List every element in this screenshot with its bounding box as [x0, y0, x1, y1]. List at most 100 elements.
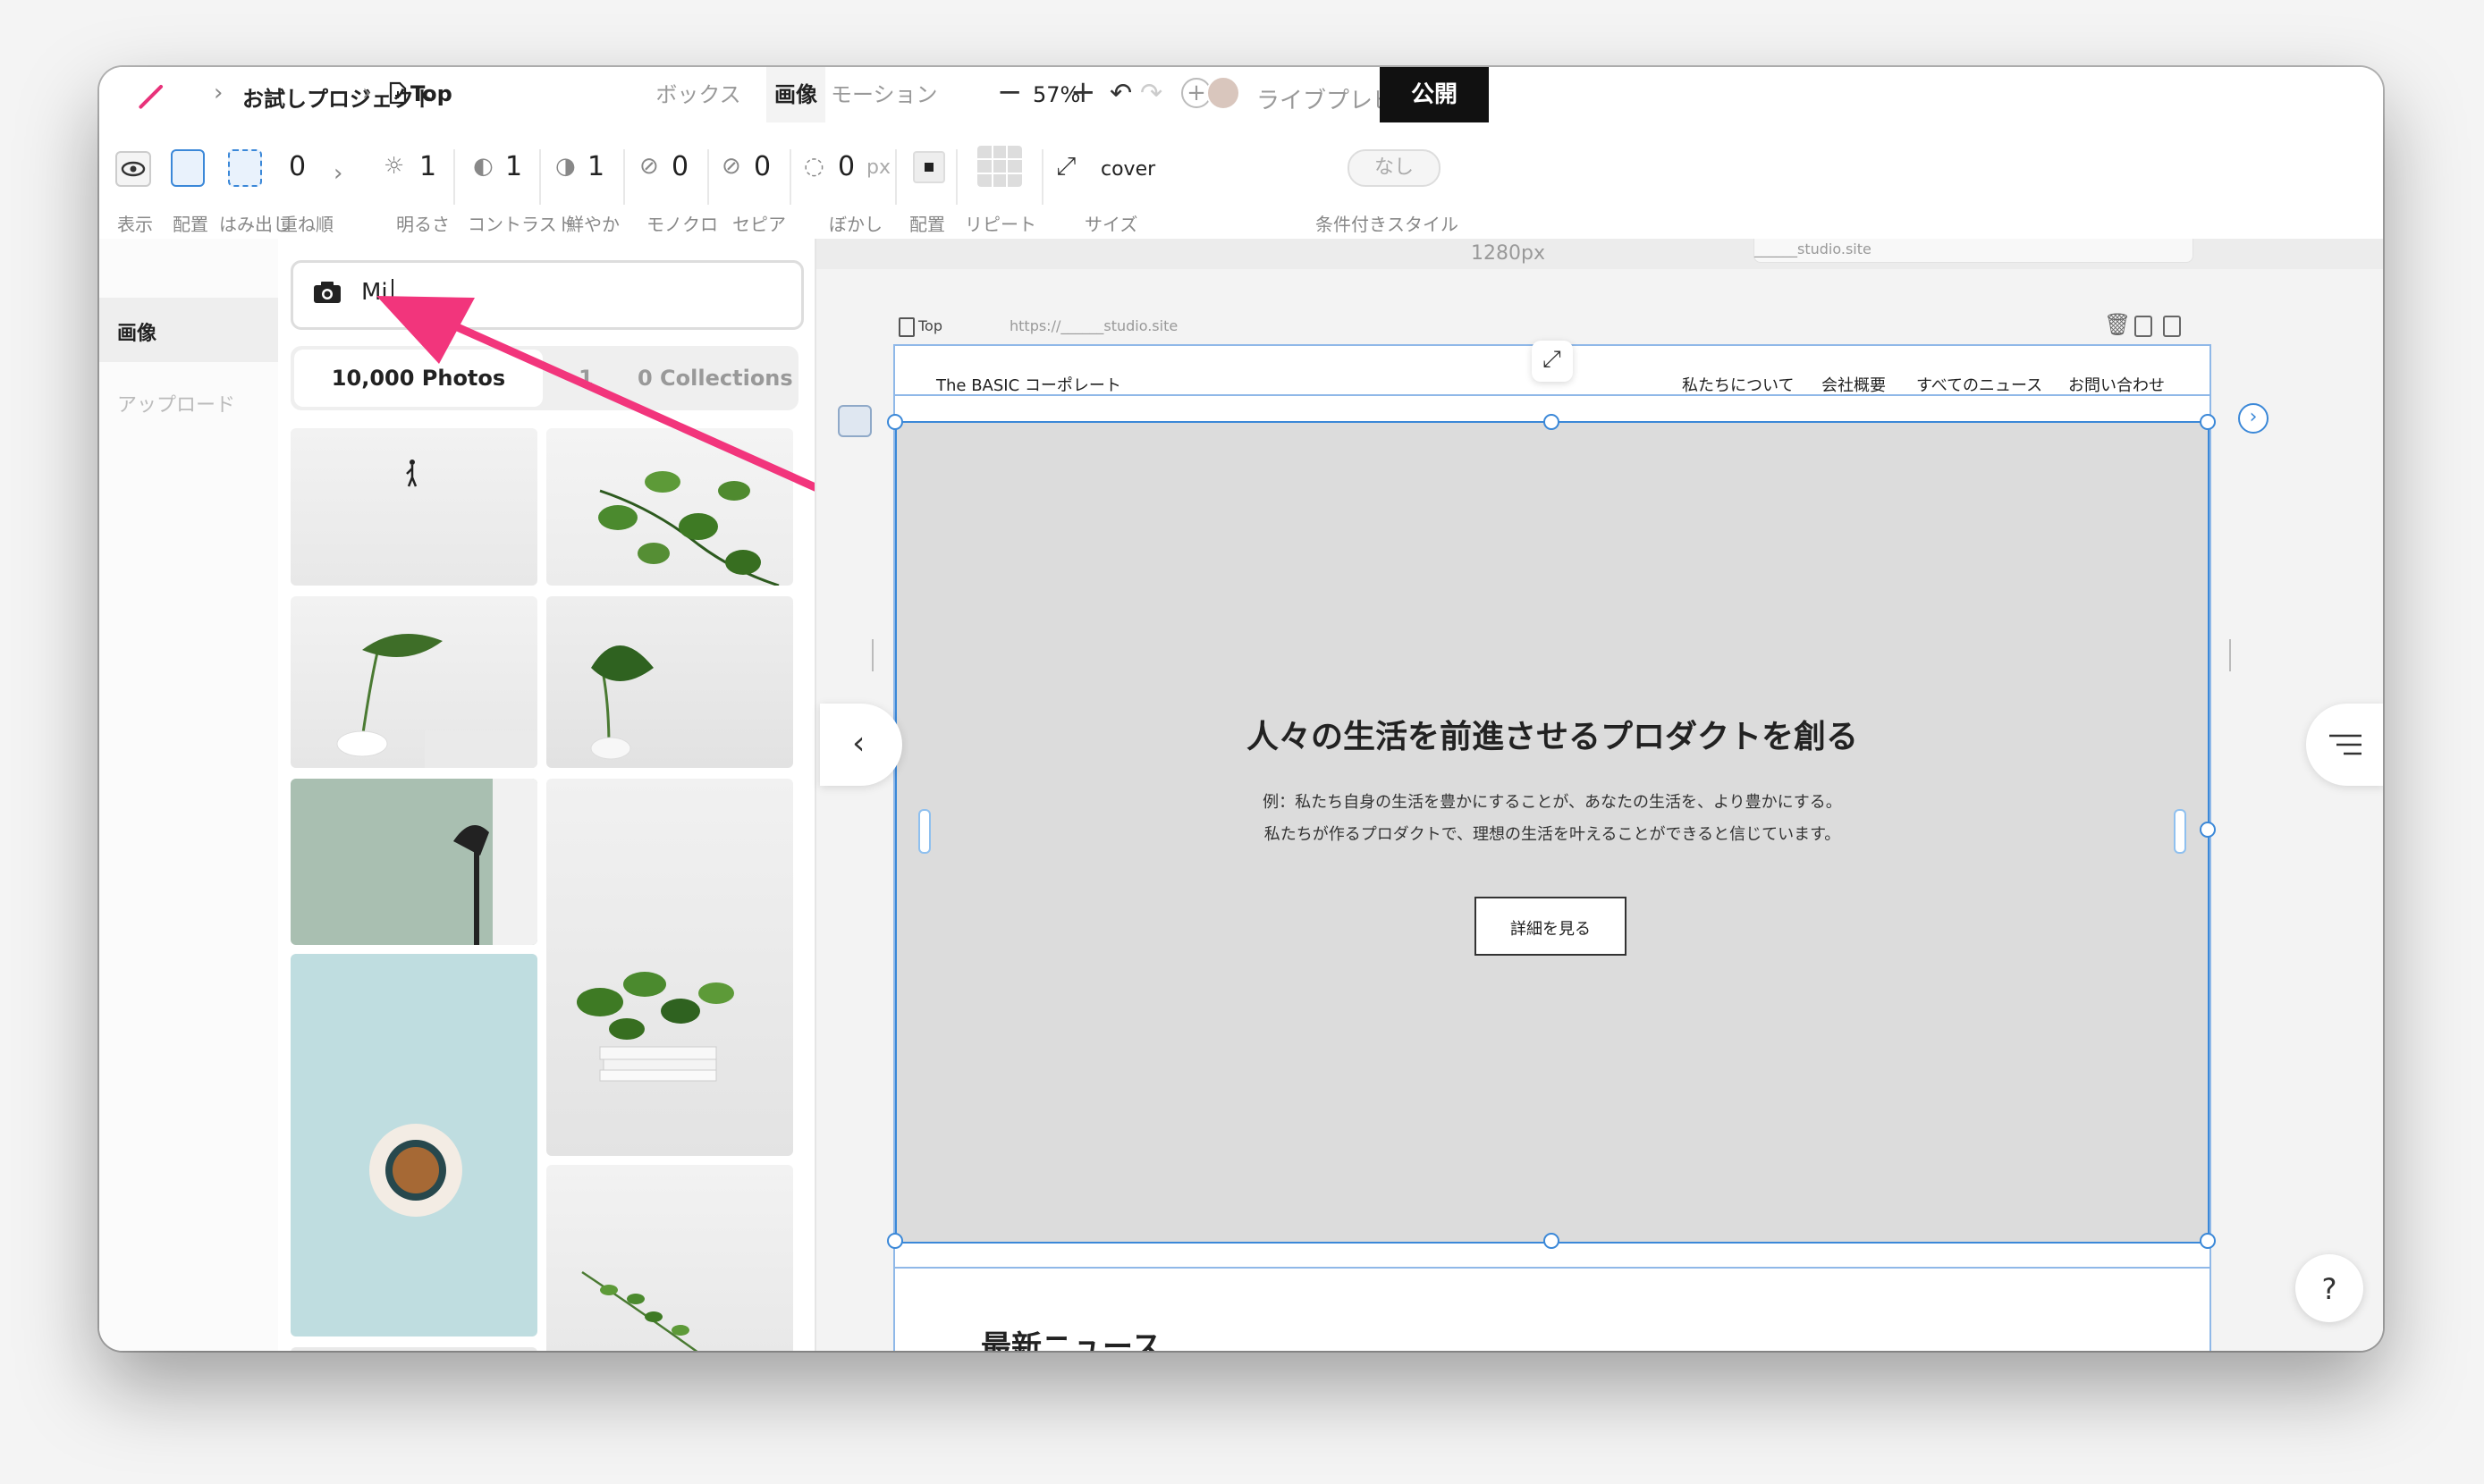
eye-icon[interactable] — [115, 151, 151, 187]
sepia-icon: ⊘ — [722, 153, 741, 180]
resize-handle[interactable] — [887, 414, 903, 430]
chevron-right-icon: › — [362, 80, 372, 106]
hero-section[interactable]: 人々の生活を前進させるプロダクトを創る 例：私たち自身の生活を豊かにすることが、… — [895, 421, 2209, 1244]
layer-toggle-icon[interactable] — [838, 405, 872, 437]
canvas-url: https://______studio.site — [1010, 317, 1179, 334]
outline-panel-button[interactable] — [2306, 704, 2383, 786]
site-nav-about[interactable]: 私たちについて — [1682, 373, 1794, 396]
breakpoint-width: 1280px — [1471, 242, 1545, 265]
collapse-panel-button[interactable]: ‹ — [820, 704, 902, 786]
drag-handle[interactable] — [872, 639, 874, 671]
help-button[interactable]: ? — [2295, 1254, 2363, 1322]
add-page-icon[interactable] — [2163, 316, 2181, 337]
tab-box[interactable]: ボックス — [645, 67, 752, 122]
resize-handle-left[interactable] — [918, 809, 931, 854]
blur-value[interactable]: 0 — [838, 151, 855, 182]
size-label: サイズ — [1085, 214, 1138, 235]
hero-text-line2[interactable]: 私たちが作るプロダクトで、理想の生活を叶えることができると信じています。 — [897, 822, 2208, 845]
zindex-value[interactable]: 0 — [289, 151, 306, 182]
publish-button[interactable]: 公開 — [1380, 67, 1489, 122]
studio-logo-icon[interactable] — [138, 84, 164, 110]
tab-motion[interactable]: モーション — [831, 67, 938, 122]
undo-icon[interactable]: ↶ — [1110, 78, 1132, 109]
site-nav-company[interactable]: 会社概要 — [1821, 373, 1886, 396]
photo-thumbnail[interactable] — [546, 779, 793, 1156]
size-value[interactable]: cover — [1101, 158, 1155, 181]
photo-thumbnail[interactable] — [291, 954, 537, 1336]
divider — [707, 149, 709, 205]
resize-handle[interactable] — [887, 1233, 903, 1249]
photo-thumbnail[interactable] — [546, 1165, 793, 1351]
resize-handle-right[interactable] — [2174, 809, 2186, 854]
page-icon — [389, 81, 407, 105]
site-frame: The BASIC コーポレート 私たちについて 会社概要 すべてのニュース お… — [887, 341, 2216, 1351]
redo-icon[interactable]: ↷ — [1140, 78, 1162, 109]
photo-thumbnail[interactable] — [291, 1347, 537, 1351]
resize-handle[interactable] — [2200, 414, 2216, 430]
expand-icon: ⤢ — [1056, 151, 1077, 181]
hero-text-line1[interactable]: 例：私たち自身の生活を豊かにすることが、あなたの生活を、より豊かにする。 — [897, 789, 2208, 813]
news-heading[interactable]: 最新ニュース — [981, 1322, 1162, 1351]
rail-images-item[interactable]: 画像 — [99, 298, 278, 362]
camera-icon — [313, 281, 342, 304]
resize-handle[interactable] — [2200, 1233, 2216, 1249]
conditional-style-button[interactable]: なし — [1348, 149, 1441, 187]
photo-thumbnail[interactable] — [291, 779, 537, 945]
expand-section-button[interactable]: ⤢ — [1532, 341, 1573, 382]
saturate-value[interactable]: 1 — [587, 151, 604, 182]
chevron-right-icon: › — [214, 80, 224, 106]
display-label: 表示 — [117, 214, 153, 235]
divider — [956, 149, 958, 205]
drop-icon: ◑ — [555, 153, 576, 180]
duplicate-page-icon[interactable] — [2134, 316, 2152, 337]
position-grid-icon[interactable] — [913, 151, 945, 183]
site-logo[interactable]: The BASIC コーポレート — [936, 373, 1121, 396]
photo-thumbnail[interactable] — [546, 596, 793, 768]
hero-title[interactable]: 人々の生活を前進させるプロダクトを創る — [897, 711, 2208, 757]
domain-label: ______studio.site — [1754, 240, 1871, 257]
photo-thumbnail[interactable] — [291, 596, 537, 768]
chevron-right-icon[interactable]: › — [334, 160, 342, 187]
resize-handle[interactable] — [2200, 822, 2216, 838]
divider — [790, 149, 791, 205]
divider — [895, 149, 897, 205]
zoom-out-icon[interactable]: − — [997, 74, 1023, 110]
contrast-value[interactable]: 1 — [505, 151, 522, 182]
repeat-grid-icon[interactable] — [977, 146, 1022, 187]
trash-icon[interactable]: 🗑 — [2104, 312, 2131, 337]
hero-details-button[interactable]: 詳細を見る — [1474, 897, 1626, 956]
brightness-label: 明るさ — [396, 214, 450, 235]
drag-handle[interactable] — [2229, 639, 2231, 671]
site-nav-news[interactable]: すべてのニュース — [1916, 373, 2042, 396]
resize-handle[interactable] — [1543, 414, 1559, 430]
tab-image[interactable]: 画像 — [766, 67, 825, 122]
hero-details-label: 詳細を見る — [1510, 920, 1591, 939]
image-toolbar: 表示 配置 はみ出し 0 重ね順 › ☼ 1 明るさ ◐ 1 コントラスト ◑ … — [99, 122, 2383, 240]
section-divider — [895, 1267, 2209, 1269]
zoom-in-icon[interactable]: + — [1070, 74, 1096, 110]
avatar[interactable] — [1206, 76, 1240, 110]
blur-label: ぼかし — [829, 214, 883, 235]
left-rail: 画像 アップロード — [99, 239, 280, 1351]
saturate-label: 鮮やか — [566, 214, 620, 235]
canvas-page-label[interactable]: Top — [918, 317, 942, 334]
layout-icon[interactable] — [171, 149, 205, 187]
brightness-value[interactable]: 1 — [419, 151, 436, 182]
design-canvas[interactable]: 1280px ______studio.site Top https://___… — [815, 239, 2383, 1351]
grayscale-value[interactable]: 0 — [672, 151, 689, 182]
list-icon — [2329, 734, 2361, 755]
rail-images-label: 画像 — [117, 323, 157, 345]
chevron-left-icon: ‹ — [852, 725, 866, 762]
blur-icon: ◌ — [804, 153, 824, 180]
overflow-icon[interactable] — [228, 149, 262, 187]
position-label: 配置 — [909, 214, 945, 235]
divider — [539, 149, 541, 205]
resize-handle[interactable] — [1543, 1233, 1559, 1249]
contrast-label: コントラスト — [468, 214, 575, 235]
breadcrumb-page[interactable]: Top — [410, 81, 452, 106]
site-nav-contact[interactable]: お問い合わせ — [2068, 373, 2165, 396]
zindex-label: 重ね順 — [280, 214, 334, 235]
rail-upload-item[interactable]: アップロード — [117, 389, 235, 417]
sepia-value[interactable]: 0 — [754, 151, 771, 182]
next-section-icon[interactable]: › — [2238, 403, 2269, 434]
